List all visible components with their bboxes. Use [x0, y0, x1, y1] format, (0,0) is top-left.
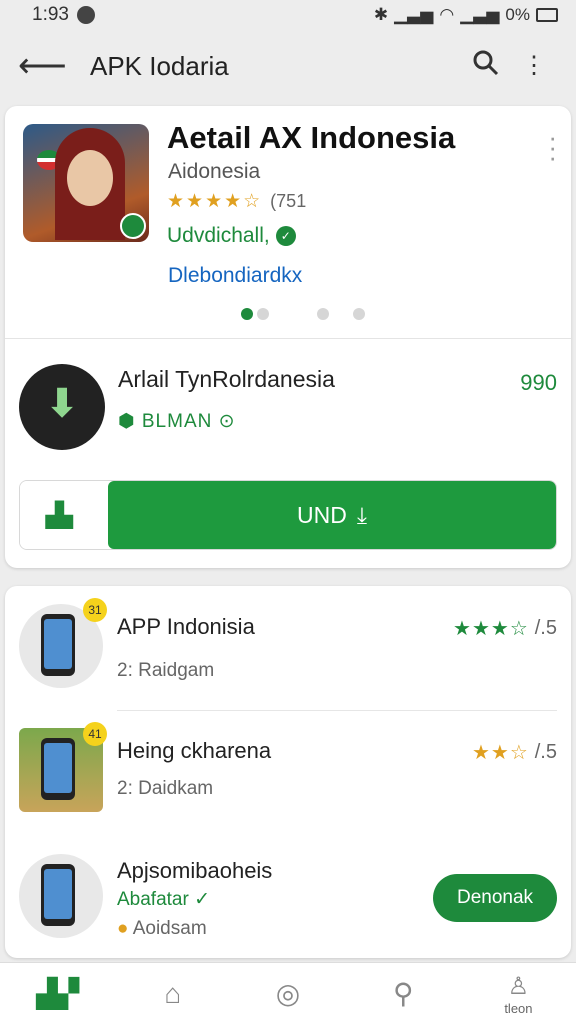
rating-count: (751 — [270, 191, 307, 211]
download-app-icon[interactable]: ⬇ — [19, 364, 105, 450]
pin-icon: ⬢ — [118, 411, 136, 432]
download-arrow-icon: ⬇ — [46, 383, 78, 425]
rating-value: /.5 — [534, 617, 557, 639]
card-more-icon[interactable]: · · · — [548, 124, 557, 170]
download-app-subtitle: ⬢ BLMAN ⊙ — [118, 410, 236, 433]
related-apps-card: 31 APP Indonisia 2: Raidgam ★★★☆ /.5 41 … — [5, 586, 571, 958]
download-app-title: Arlail TynRolrdanesia — [118, 366, 335, 392]
app-title: Aetail AX Indonesia — [167, 120, 456, 155]
stats-icon[interactable]: ▟▖ — [20, 481, 108, 549]
carousel-dot[interactable] — [257, 308, 269, 320]
app-thumbnail — [19, 854, 103, 938]
app-rating: ★★★☆ /.5 — [453, 616, 557, 641]
carousel-dots — [241, 308, 369, 320]
home-icon: ⌂ — [164, 977, 182, 1009]
app-name: APP Indonisia — [117, 614, 255, 639]
app-sub: 2: Raidgam — [117, 660, 215, 681]
signal-icon: ▁▃▅ — [394, 5, 434, 24]
badge: 41 — [83, 722, 107, 746]
app-hero-image[interactable] — [23, 124, 149, 242]
phone-icon — [41, 864, 75, 926]
status-bar: 1:93 ✱ ▁▃▅ ◠ ▁▃▅ 0% — [0, 0, 576, 30]
search-icon: ⚲ — [392, 978, 414, 1009]
download-subtitle-text: BLMAN — [141, 411, 213, 432]
rating-stars: ★★★☆ — [453, 618, 529, 640]
chart-icon: ▟▞ — [36, 978, 80, 1009]
nav-profile[interactable]: ♙ tleon — [461, 963, 576, 1024]
phone-icon — [41, 614, 75, 676]
developer-link[interactable]: Dlebondiardkx — [168, 264, 302, 288]
app-sub: 2: Daidkam — [117, 778, 214, 799]
list-action-button[interactable]: Denonak — [433, 874, 557, 922]
signal-icon-2: ▁▃▅ — [460, 5, 500, 24]
divider — [117, 710, 557, 711]
notification-icon — [76, 6, 95, 24]
nav-profile-label: tleon — [504, 1000, 533, 1016]
info-icon: ⊙ — [218, 411, 236, 432]
app-detail-card: Aetail AX Indonesia · · · Aidonesia ★★★★☆ … — [5, 106, 571, 568]
shield-check-icon: ✓ — [275, 226, 296, 246]
app-sub-2-text: Aoidsam — [132, 918, 207, 939]
app-bar: ⟵ APK Iodaria ⋮ — [0, 30, 576, 102]
carousel-dot-active[interactable] — [241, 308, 253, 320]
rating-stars: ★★☆ — [471, 742, 529, 764]
bottom-nav: ▟▞ ⌂ ◎ ⚲ ♙ tleon — [0, 962, 576, 1024]
wifi-icon: ◠ — [439, 5, 455, 24]
rating-stars: ★★★★☆ — [167, 191, 263, 212]
badge: 31 — [83, 598, 107, 622]
app-rating: ★★★★☆ (751 — [167, 190, 306, 213]
app-name: Heing ckharena — [117, 738, 272, 763]
phone-icon — [41, 738, 75, 800]
search-icon[interactable] — [462, 49, 510, 84]
back-arrow-icon[interactable]: ⟵ — [18, 46, 68, 86]
download-small-icon: ⤓ — [356, 501, 367, 528]
battery-icon — [536, 8, 558, 22]
app-rating: ★★☆ /.5 — [472, 740, 557, 765]
app-name: Apjsomibaoheis — [117, 858, 273, 883]
profile-icon: ♙ — [507, 972, 530, 1000]
more-vert-icon[interactable]: ⋮ — [510, 54, 558, 78]
carousel-dot[interactable] — [353, 308, 365, 320]
page-title: APK Iodaria — [90, 50, 229, 81]
nav-home-chart[interactable]: ▟▞ — [0, 963, 115, 1024]
carousel-dot[interactable] — [317, 308, 329, 320]
rating-value: /.5 — [534, 741, 557, 763]
nav-home[interactable]: ⌂ — [115, 963, 230, 1024]
nav-search[interactable]: ⚲ — [346, 963, 461, 1024]
install-button[interactable]: UND ⤓ — [108, 481, 556, 549]
check-icon: ◎ — [275, 978, 301, 1009]
bluetooth-icon: ✱ — [373, 5, 389, 24]
verified-row: Udvdichall, ✓ — [167, 224, 296, 248]
verified-text: Udvdichall, — [167, 224, 270, 247]
location-icon: ● — [117, 918, 129, 939]
install-split-button: ▟▖ UND ⤓ — [19, 480, 557, 550]
divider — [5, 338, 571, 339]
status-time: 1:93 — [32, 4, 69, 25]
battery-percent: 0% — [505, 5, 530, 24]
install-label: UND — [296, 501, 347, 528]
app-developer[interactable]: Aidonesia — [168, 160, 260, 184]
download-price: 990 — [520, 370, 557, 395]
nav-check[interactable]: ◎ — [230, 963, 345, 1024]
verified-badge-icon — [120, 213, 146, 239]
app-sub-2: ● Aoidsam — [117, 918, 207, 940]
app-sub: Abafatar ✓ — [117, 889, 211, 910]
